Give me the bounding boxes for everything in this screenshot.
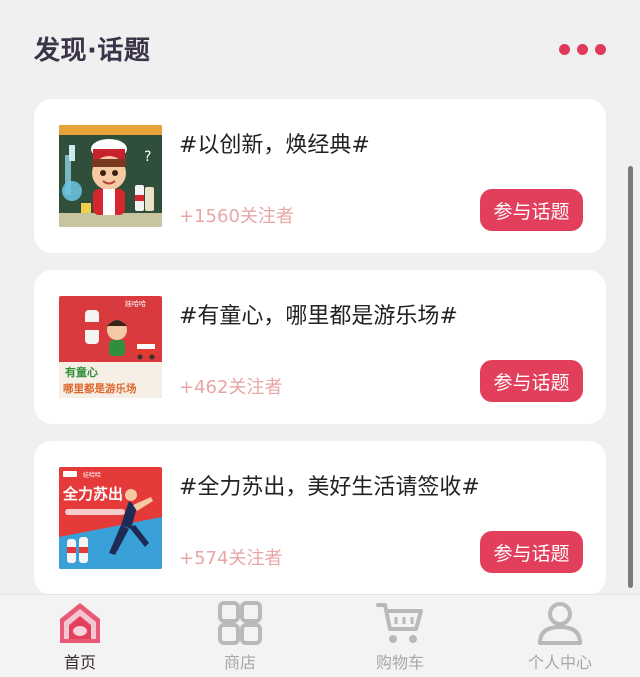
more-dot-icon	[559, 44, 570, 55]
topic-card[interactable]: ? #以创新，焕经典# +1560关注者 参与话题	[34, 99, 606, 253]
follower-count: +462关注者	[179, 377, 283, 398]
join-topic-button[interactable]: 参与话题	[480, 189, 583, 231]
topic-card[interactable]: 娃哈哈 有童心 哪里都是游乐场 #有童心，哪里都是游乐场# +462关注者 参与…	[34, 270, 606, 424]
page-header: 发现·话题	[0, 0, 640, 96]
tab-home[interactable]: 首页	[20, 595, 140, 677]
more-dot-icon	[595, 44, 606, 55]
cartoon-playground-poster-icon: 娃哈哈 有童心 哪里都是游乐场	[59, 296, 162, 398]
tab-cart[interactable]: 购物车	[340, 595, 460, 677]
brand-label: 娃哈哈	[83, 471, 101, 479]
scrollbar[interactable]	[628, 166, 633, 588]
tab-profile[interactable]: 个人中心	[500, 595, 620, 677]
topic-list: ? #以创新，焕经典# +1560关注者 参与话题 娃哈哈 有童心 哪里都是游乐…	[34, 99, 606, 612]
tab-label: 首页	[63, 653, 96, 672]
more-menu-button[interactable]	[559, 44, 606, 55]
follower-count: +1560关注者	[179, 206, 294, 227]
topic-thumbnail: 娃哈哈 全力苏出	[59, 467, 162, 569]
topic-title[interactable]: #全力苏出，美好生活请签收#	[179, 469, 480, 501]
topic-thumbnail: 娃哈哈 有童心 哪里都是游乐场	[59, 296, 162, 398]
poster-headline: 全力苏出	[62, 485, 123, 503]
follower-count: +574关注者	[179, 548, 283, 569]
svg-text:?: ?	[144, 149, 151, 165]
running-athlete-poster-icon: 娃哈哈 全力苏出	[59, 467, 162, 569]
tab-label: 购物车	[375, 653, 424, 672]
user-icon	[538, 602, 582, 645]
join-topic-button[interactable]: 参与话题	[480, 531, 583, 573]
grid-icon	[218, 601, 262, 645]
topic-card[interactable]: 娃哈哈 全力苏出 #全力苏出，美好生活请签收# +574关注者 参与话题	[34, 441, 606, 595]
poster-line-1: 有童心	[65, 365, 98, 379]
more-dot-icon	[577, 44, 588, 55]
page-title: 发现·话题	[34, 36, 151, 66]
poster-line-2: 哪里都是游乐场	[63, 382, 137, 395]
brand-label: 娃哈哈	[125, 299, 146, 308]
topic-title[interactable]: #有童心，哪里都是游乐场#	[179, 298, 458, 330]
topic-title[interactable]: #以创新，焕经典#	[179, 127, 370, 159]
topic-thumbnail: ?	[59, 125, 162, 227]
join-topic-button[interactable]: 参与话题	[480, 360, 583, 402]
cartoon-chef-chemistry-icon: ?	[59, 125, 162, 227]
bottom-tab-bar: 首页 商店 购物车 个人中心	[0, 594, 640, 677]
tab-label: 个人中心	[527, 653, 592, 672]
home-icon	[60, 603, 100, 643]
tab-store[interactable]: 商店	[180, 595, 300, 677]
cart-icon	[376, 603, 423, 643]
tab-label: 商店	[223, 653, 256, 672]
